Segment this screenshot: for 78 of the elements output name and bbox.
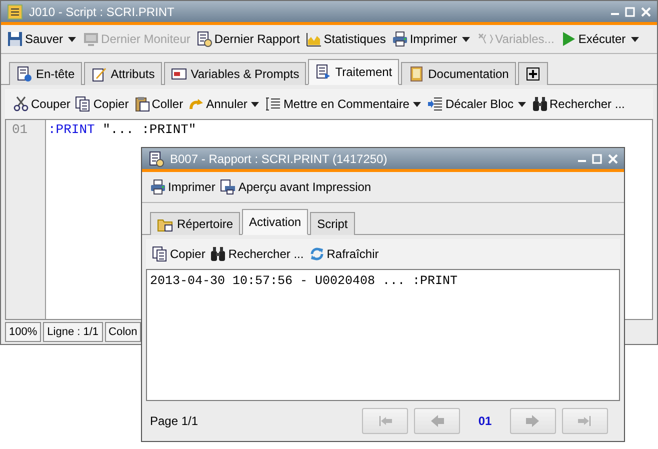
previous-icon — [429, 413, 445, 429]
copy-icon — [152, 246, 168, 262]
variables-icon — [170, 66, 187, 82]
add-tab-icon — [524, 66, 541, 82]
toolbar-button[interactable]: Imprimer — [390, 28, 460, 50]
tab[interactable] — [518, 62, 548, 85]
maximize-icon — [625, 6, 635, 16]
report-clock-icon — [196, 31, 212, 47]
toolbar-button[interactable]: Annuler — [186, 93, 250, 115]
toolbar-button[interactable]: Décaler Bloc — [425, 93, 516, 115]
caret-icon[interactable] — [251, 102, 260, 106]
maximize-icon — [592, 154, 602, 164]
book-icon — [408, 66, 424, 82]
page-number: 01 — [477, 413, 493, 430]
print-preview-icon — [220, 179, 236, 195]
line-number: 01 — [12, 121, 29, 139]
tab[interactable]: Répertoire — [150, 212, 240, 235]
paste-icon — [134, 96, 150, 112]
caret-icon[interactable] — [630, 36, 639, 42]
minimize-icon — [611, 13, 619, 15]
tab[interactable]: Variables & Prompts — [164, 62, 306, 85]
toolbar-button[interactable]: Statistiques — [304, 28, 388, 50]
tab[interactable]: Attributs — [84, 62, 162, 85]
toolbar-button[interactable]: Rechercher ... — [530, 93, 627, 115]
document-list-icon — [315, 64, 332, 80]
toolbar-button[interactable]: Copier — [150, 243, 208, 265]
toolbar-button[interactable]: Aperçu avant Impression — [218, 176, 374, 198]
minimize-icon — [578, 160, 586, 162]
save-icon — [7, 31, 23, 47]
status-field: Ligne : 1/1 — [43, 322, 103, 342]
status-field: 100% — [5, 322, 42, 342]
report-clock-icon — [148, 150, 164, 166]
undo-icon — [188, 96, 204, 112]
next-icon — [525, 413, 541, 429]
toolbar-button[interactable]: Dernier Rapport — [194, 28, 302, 50]
last-page-icon — [577, 413, 593, 429]
toolbar-button[interactable]: Exécuter — [558, 28, 628, 50]
comment-lines-icon — [265, 96, 282, 112]
tab[interactable]: Traitement — [308, 59, 400, 85]
refresh-icon — [308, 246, 325, 262]
search-icon — [210, 246, 226, 262]
toolbar-button[interactable]: Coller — [132, 93, 186, 115]
caret-icon[interactable] — [518, 102, 526, 106]
tab[interactable]: Documentation — [401, 62, 516, 85]
document-pencil-icon — [90, 66, 107, 82]
first-page-icon — [377, 413, 393, 429]
cut-icon — [13, 96, 29, 112]
toolbar-button[interactable]: Sauver — [5, 28, 66, 50]
toolbar-button[interactable]: Mettre en Commentaire — [263, 93, 412, 115]
toolbar-button[interactable]: Couper — [11, 93, 72, 115]
monitor-icon — [83, 31, 100, 47]
play-icon — [560, 31, 576, 47]
close-icon[interactable] — [641, 6, 651, 16]
indent-icon — [427, 96, 444, 112]
code-line: :PRINT "... :PRINT" — [48, 121, 196, 139]
page-label: Page 1/1 — [150, 413, 200, 430]
caret-icon[interactable] — [462, 36, 470, 42]
document-info-icon — [16, 66, 32, 82]
tab[interactable]: Activation — [242, 209, 308, 235]
printer-icon — [150, 179, 166, 195]
tab[interactable]: Script — [310, 212, 355, 235]
caret-icon[interactable] — [68, 36, 76, 42]
output-line: 2013-04-30 10:57:56 - U0020408 ... :PRINT — [150, 273, 459, 290]
close-icon[interactable] — [608, 154, 618, 164]
toolbar-button[interactable]: Copier — [73, 93, 131, 115]
toolbar-button[interactable]: Rechercher ... — [208, 243, 306, 265]
window-title: J010 - Script : SCRI.PRINT — [29, 4, 176, 20]
caret-icon[interactable] — [413, 102, 422, 106]
copy-icon — [75, 96, 92, 112]
printer-icon — [392, 31, 408, 47]
status-field: Colon — [104, 322, 142, 342]
toolbar-button[interactable]: Imprimer — [148, 176, 218, 198]
window-title: B007 - Rapport : SCRI.PRINT (1417250) — [170, 150, 388, 168]
search-icon — [532, 96, 548, 112]
tab[interactable]: En-tête — [9, 62, 82, 85]
chart-icon — [306, 31, 322, 47]
toolbar-button[interactable]: Rafraîchir — [306, 243, 381, 265]
script-icon — [7, 4, 23, 20]
